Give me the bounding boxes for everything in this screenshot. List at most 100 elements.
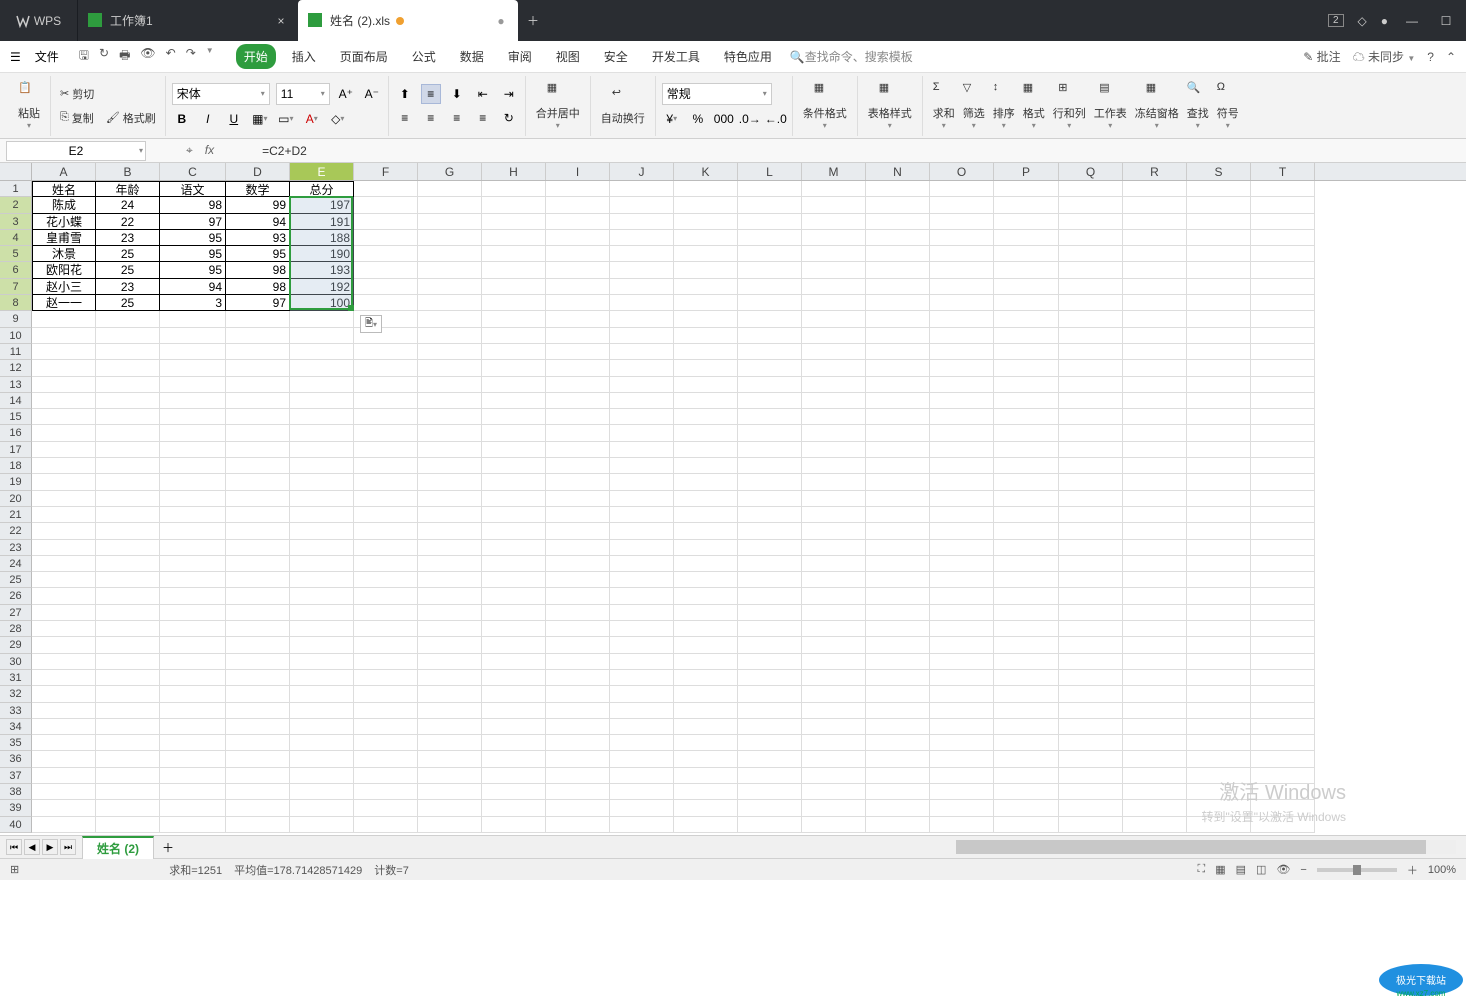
cell-P4[interactable] bbox=[994, 230, 1059, 246]
cell-B40[interactable] bbox=[96, 817, 160, 833]
cell-Q16[interactable] bbox=[1059, 425, 1123, 441]
cell-R23[interactable] bbox=[1123, 540, 1187, 556]
cell-F6[interactable] bbox=[354, 262, 418, 278]
close-icon[interactable]: × bbox=[274, 14, 288, 28]
cell-T29[interactable] bbox=[1251, 637, 1315, 653]
font-color-icon[interactable]: A▾ bbox=[302, 109, 322, 129]
cell-F5[interactable] bbox=[354, 246, 418, 262]
cell-H25[interactable] bbox=[482, 572, 546, 588]
cell-O26[interactable] bbox=[930, 588, 994, 604]
row-header-40[interactable]: 40 bbox=[0, 817, 32, 833]
cell-O11[interactable] bbox=[930, 344, 994, 360]
quick-dropdown[interactable]: ▼ bbox=[206, 46, 214, 67]
cell-M5[interactable] bbox=[802, 246, 866, 262]
cell-J27[interactable] bbox=[610, 605, 674, 621]
preview-icon[interactable]: 👁 bbox=[140, 46, 155, 67]
cell-I15[interactable] bbox=[546, 409, 610, 425]
cell-P12[interactable] bbox=[994, 360, 1059, 376]
cell-B30[interactable] bbox=[96, 654, 160, 670]
cell-M39[interactable] bbox=[802, 800, 866, 816]
cell-E22[interactable] bbox=[290, 523, 354, 539]
cell-O34[interactable] bbox=[930, 719, 994, 735]
cell-F2[interactable] bbox=[354, 197, 418, 213]
cell-I9[interactable] bbox=[546, 311, 610, 327]
cell-P1[interactable] bbox=[994, 181, 1059, 197]
cell-C31[interactable] bbox=[160, 670, 226, 686]
cell-Q15[interactable] bbox=[1059, 409, 1123, 425]
cell-S15[interactable] bbox=[1187, 409, 1251, 425]
col-header-L[interactable]: L bbox=[738, 163, 802, 180]
cell-A2[interactable]: 陈成 bbox=[32, 197, 96, 213]
cell-N31[interactable] bbox=[866, 670, 930, 686]
cell-G38[interactable] bbox=[418, 784, 482, 800]
cell-P25[interactable] bbox=[994, 572, 1059, 588]
cell-A22[interactable] bbox=[32, 523, 96, 539]
zoom-out-icon[interactable]: − bbox=[1300, 864, 1306, 876]
cell-Q22[interactable] bbox=[1059, 523, 1123, 539]
cell-O24[interactable] bbox=[930, 556, 994, 572]
cell-R19[interactable] bbox=[1123, 474, 1187, 490]
cell-H26[interactable] bbox=[482, 588, 546, 604]
cell-I16[interactable] bbox=[546, 425, 610, 441]
increase-font-icon[interactable]: A⁺ bbox=[336, 84, 356, 104]
cell-M29[interactable] bbox=[802, 637, 866, 653]
cell-S37[interactable] bbox=[1187, 768, 1251, 784]
cell-L15[interactable] bbox=[738, 409, 802, 425]
cell-L21[interactable] bbox=[738, 507, 802, 523]
cell-P21[interactable] bbox=[994, 507, 1059, 523]
row-header-2[interactable]: 2 bbox=[0, 197, 32, 213]
fx-icon[interactable]: fx bbox=[205, 143, 214, 158]
cell-C14[interactable] bbox=[160, 393, 226, 409]
cell-M8[interactable] bbox=[802, 295, 866, 311]
cell-D5[interactable]: 95 bbox=[226, 246, 290, 262]
cell-T14[interactable] bbox=[1251, 393, 1315, 409]
cell-Q6[interactable] bbox=[1059, 262, 1123, 278]
cell-G13[interactable] bbox=[418, 377, 482, 393]
cell-T8[interactable] bbox=[1251, 295, 1315, 311]
cell-E7[interactable]: 192 bbox=[290, 279, 354, 295]
row-header-15[interactable]: 15 bbox=[0, 409, 32, 425]
cell-K24[interactable] bbox=[674, 556, 738, 572]
cell-N10[interactable] bbox=[866, 328, 930, 344]
cell-A33[interactable] bbox=[32, 703, 96, 719]
cell-M38[interactable] bbox=[802, 784, 866, 800]
align-right-icon[interactable]: ≡ bbox=[447, 108, 467, 128]
badge-icon[interactable]: 2 bbox=[1328, 14, 1344, 27]
cell-I1[interactable] bbox=[546, 181, 610, 197]
command-search[interactable]: 🔍 查找命令、搜索模板 bbox=[790, 48, 913, 65]
cell-H1[interactable] bbox=[482, 181, 546, 197]
cell-M40[interactable] bbox=[802, 817, 866, 833]
cell-Q24[interactable] bbox=[1059, 556, 1123, 572]
cell-S28[interactable] bbox=[1187, 621, 1251, 637]
cell-K28[interactable] bbox=[674, 621, 738, 637]
cell-E4[interactable]: 188 bbox=[290, 230, 354, 246]
col-header-G[interactable]: G bbox=[418, 163, 482, 180]
cell-S9[interactable] bbox=[1187, 311, 1251, 327]
cell-M1[interactable] bbox=[802, 181, 866, 197]
cell-P19[interactable] bbox=[994, 474, 1059, 490]
cell-E15[interactable] bbox=[290, 409, 354, 425]
cell-Q5[interactable] bbox=[1059, 246, 1123, 262]
cell-M3[interactable] bbox=[802, 214, 866, 230]
cell-P26[interactable] bbox=[994, 588, 1059, 604]
cell-Q1[interactable] bbox=[1059, 181, 1123, 197]
cell-J6[interactable] bbox=[610, 262, 674, 278]
cell-P16[interactable] bbox=[994, 425, 1059, 441]
cell-N22[interactable] bbox=[866, 523, 930, 539]
cell-C32[interactable] bbox=[160, 686, 226, 702]
bold-icon[interactable]: B bbox=[172, 109, 192, 129]
view-normal-icon[interactable]: ▦ bbox=[1215, 863, 1225, 876]
col-header-F[interactable]: F bbox=[354, 163, 418, 180]
cell-S20[interactable] bbox=[1187, 491, 1251, 507]
hamburger-icon[interactable]: ☰ bbox=[10, 50, 21, 64]
cell-B15[interactable] bbox=[96, 409, 160, 425]
cell-C7[interactable]: 94 bbox=[160, 279, 226, 295]
cell-T22[interactable] bbox=[1251, 523, 1315, 539]
col-header-E[interactable]: E bbox=[290, 163, 354, 180]
cell-M7[interactable] bbox=[802, 279, 866, 295]
cell-B38[interactable] bbox=[96, 784, 160, 800]
cell-H18[interactable] bbox=[482, 458, 546, 474]
cell-S10[interactable] bbox=[1187, 328, 1251, 344]
cell-S23[interactable] bbox=[1187, 540, 1251, 556]
cell-C11[interactable] bbox=[160, 344, 226, 360]
